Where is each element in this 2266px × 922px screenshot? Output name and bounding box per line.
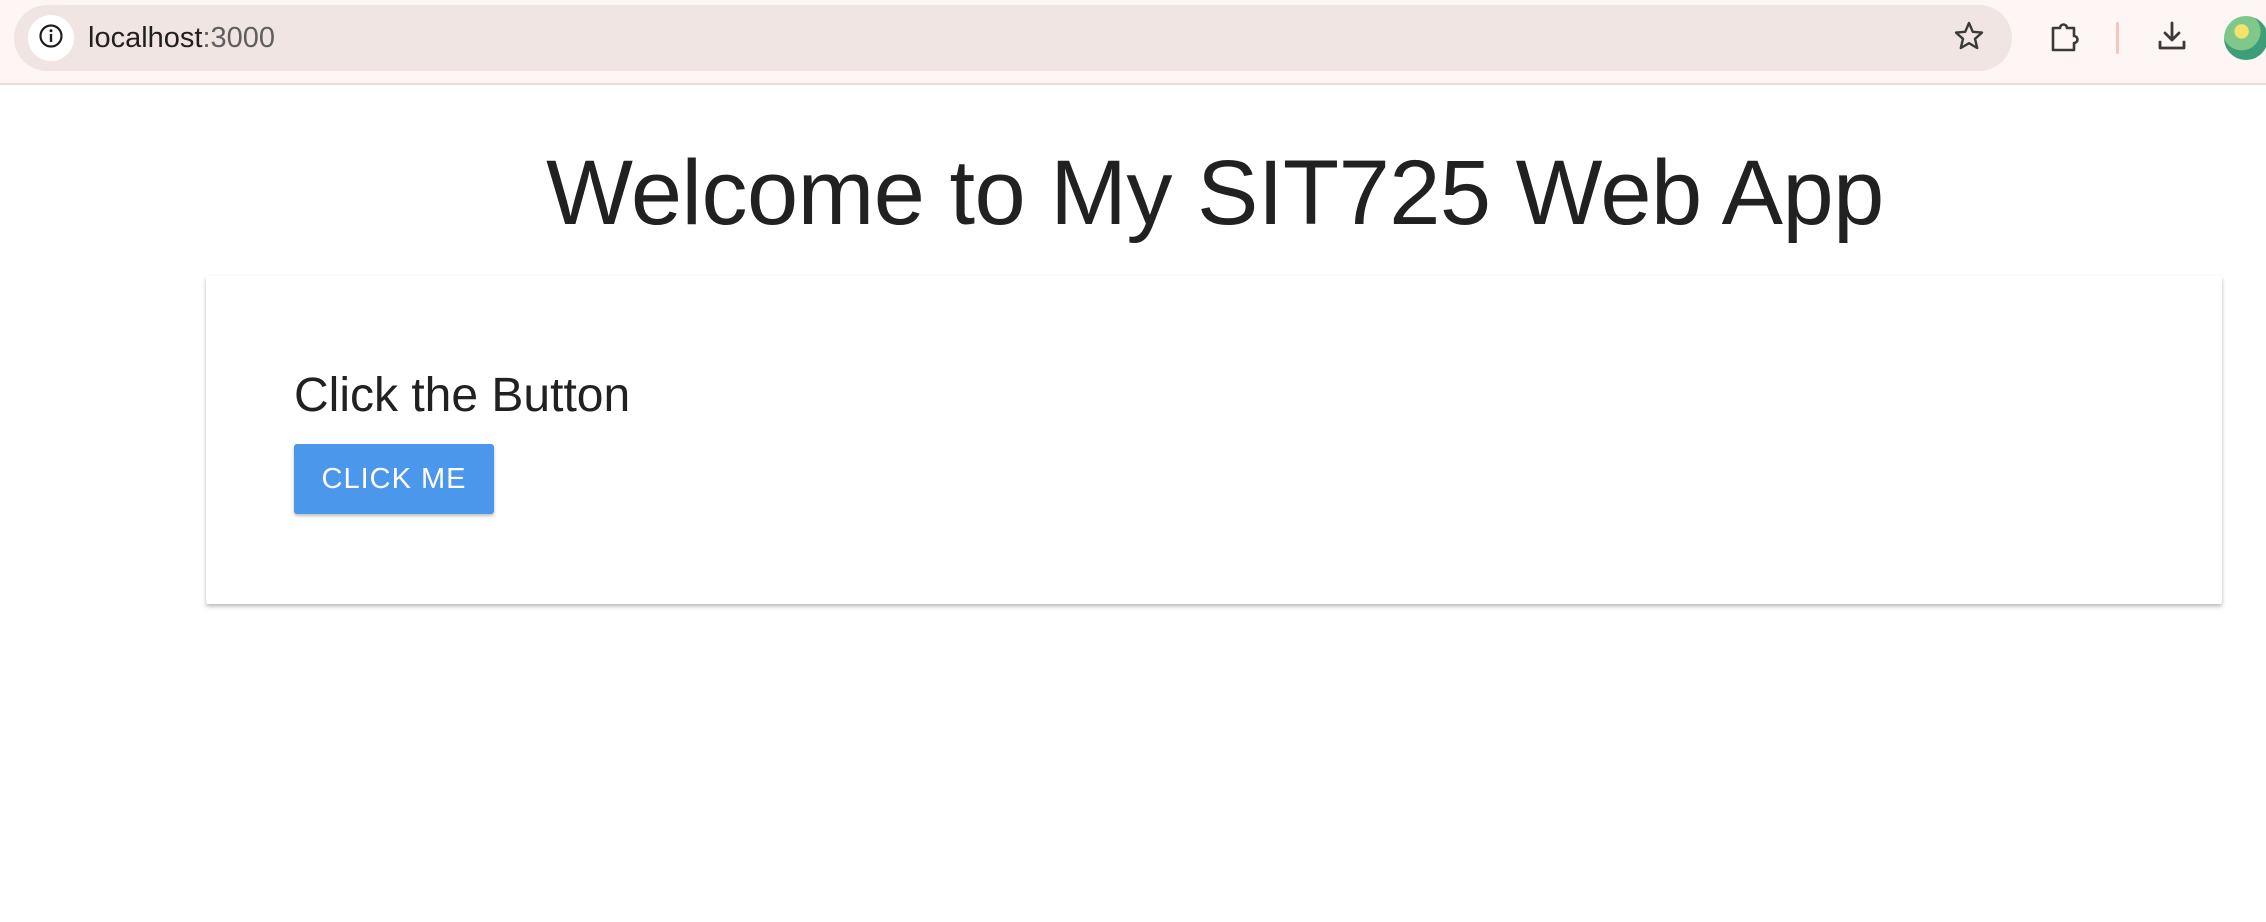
url-port: :3000 xyxy=(202,22,276,54)
avatar[interactable] xyxy=(2224,16,2266,60)
card-title: Click the Button xyxy=(294,369,631,422)
downloads-button[interactable] xyxy=(2148,14,2196,62)
toolbar-divider xyxy=(2116,22,2119,54)
bookmark-button[interactable] xyxy=(1946,15,1992,61)
click-me-button[interactable]: CLICK ME xyxy=(294,444,494,514)
extensions-button[interactable] xyxy=(2041,14,2089,62)
download-icon xyxy=(2154,18,2190,59)
star-icon xyxy=(1953,20,1985,57)
site-info-button[interactable] xyxy=(28,15,74,61)
url-text[interactable]: localhost:3000 xyxy=(88,5,275,71)
card: Click the Button CLICK ME xyxy=(206,276,2222,604)
puzzle-icon xyxy=(2047,18,2083,59)
address-bar[interactable]: localhost:3000 xyxy=(14,5,2012,71)
page-title: Welcome to My SIT725 Web App xyxy=(546,142,1884,244)
url-host: localhost xyxy=(88,22,203,54)
info-icon xyxy=(38,23,64,54)
browser-toolbar: localhost:3000 xyxy=(0,0,2266,85)
